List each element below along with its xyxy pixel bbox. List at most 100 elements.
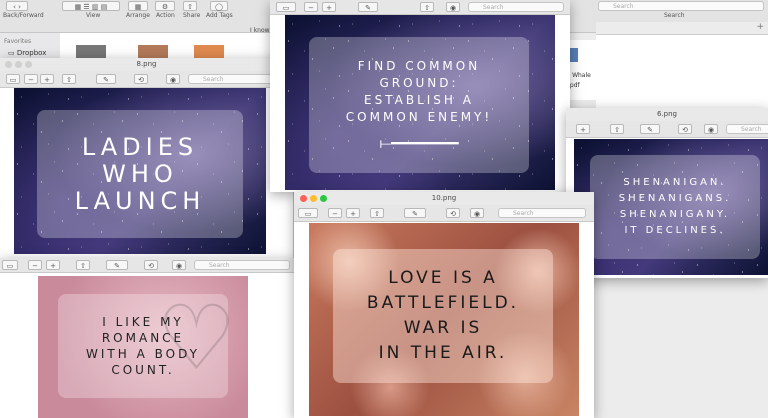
share-icon[interactable]: ⇧ — [370, 208, 384, 218]
path-fragment: I know — [250, 27, 270, 34]
arrange-button[interactable]: ▦ — [128, 1, 148, 11]
markup-pen-icon[interactable]: ✎ — [358, 2, 378, 12]
minimize-button[interactable] — [15, 61, 22, 68]
sidebar-toggle-icon[interactable]: ▭ — [298, 208, 318, 218]
quote-image: FIND COMMON GROUND: ESTABLISH A COMMON E… — [285, 15, 555, 190]
annotate-icon[interactable]: ◉ — [166, 74, 180, 84]
quote-text: LADIES WHO LAUNCH — [74, 132, 206, 215]
markup-pen-icon[interactable]: ✎ — [96, 74, 116, 84]
zoom-in-icon[interactable]: + — [40, 74, 54, 84]
zoom-out-icon[interactable]: − — [24, 74, 38, 84]
quote-panel: LADIES WHO LAUNCH — [37, 110, 243, 238]
finder-blank-area — [596, 35, 768, 115]
zoom-in-icon[interactable]: + — [346, 208, 360, 218]
quote-panel: FIND COMMON GROUND: ESTABLISH A COMMON E… — [309, 37, 529, 173]
file-name: - Whale — [568, 72, 591, 79]
close-button[interactable] — [5, 61, 12, 68]
preview-window-10: 10.png ▭ − + ⇧ ✎ ⟲ ◉ Search LOVE IS A BA… — [294, 192, 594, 418]
preview-window-romance: ▭ − + ⇧ ✎ ⟲ ◉ Search ♡ I LIKE MY ROMANCE… — [0, 258, 294, 418]
window-titlebar: 8.png — [0, 58, 293, 71]
back-forward-button[interactable]: ‹ › — [6, 1, 28, 11]
sidebar-item-label: Dropbox — [16, 49, 47, 57]
search-label: Search — [664, 12, 685, 19]
zoom-in-icon[interactable]: + — [576, 124, 590, 134]
file-thumbnail[interactable] — [194, 45, 224, 59]
share-label: Share — [183, 12, 201, 19]
sidebar-toggle-icon[interactable]: ▭ — [276, 2, 296, 12]
quote-image: LADIES WHO LAUNCH — [14, 88, 266, 254]
search-input[interactable]: Search — [726, 124, 768, 134]
search-input[interactable]: Search — [194, 260, 290, 270]
preview-toolbar: ▭ − + ⇧ ✎ ⟲ ◉ Search — [0, 258, 294, 273]
sidebar-toggle-icon[interactable]: ▭ — [6, 74, 20, 84]
annotate-icon[interactable]: ◉ — [446, 2, 460, 12]
rotate-icon[interactable]: ⟲ — [144, 260, 158, 270]
sidebar-item-dropbox[interactable]: ▭ Dropbox — [8, 49, 46, 57]
annotate-icon[interactable]: ◉ — [704, 124, 718, 134]
quote-text: FIND COMMON GROUND: ESTABLISH A COMMON E… — [345, 59, 493, 124]
markup-pen-icon[interactable]: ✎ — [640, 124, 660, 134]
quote-image: SHENANIGAN. SHENANIGANS. SHENANIGANY. IT… — [574, 139, 768, 275]
window-titlebar: 6.png — [566, 108, 768, 121]
zoom-in-icon[interactable]: + — [322, 2, 336, 12]
view-label: View — [86, 12, 101, 19]
file-thumbnail[interactable] — [76, 45, 106, 59]
markup-pen-icon[interactable]: ✎ — [404, 208, 426, 218]
markup-pen-icon[interactable]: ✎ — [106, 260, 128, 270]
preview-window-6: 6.png + ⇧ ✎ ⟲ ◉ Search SHENANIGAN. SHENA… — [566, 108, 768, 278]
quote-panel: I LIKE MY ROMANCE WITH A BODY COUNT. — [58, 294, 228, 398]
rotate-icon[interactable]: ⟲ — [446, 208, 460, 218]
share-icon[interactable]: ⇧ — [76, 260, 90, 270]
quote-image: ♡ I LIKE MY ROMANCE WITH A BODY COUNT. — [38, 276, 248, 418]
sidebar-toggle-icon[interactable]: ▭ — [2, 260, 18, 270]
window-titlebar: 10.png — [294, 192, 594, 205]
back-forward-label: Back/Forward — [3, 12, 44, 19]
add-tags-button[interactable]: ◯ — [210, 1, 228, 11]
quote-text: I LIKE MY ROMANCE WITH A BODY COUNT. — [86, 315, 200, 377]
sword-icon: ⟝━━━━━━━━ — [379, 136, 459, 152]
search-input[interactable]: Search — [498, 208, 586, 218]
file-thumbnail[interactable] — [138, 45, 168, 59]
rotate-icon[interactable]: ⟲ — [134, 74, 148, 84]
finder-tab-bar: + — [596, 22, 768, 35]
add-tab-button[interactable]: + — [756, 22, 764, 32]
share-icon[interactable]: ⇧ — [610, 124, 624, 134]
action-gear-button[interactable]: ⚙ — [155, 1, 175, 11]
annotate-icon[interactable]: ◉ — [172, 260, 186, 270]
zoom-button[interactable] — [320, 195, 327, 202]
share-button[interactable]: ⇧ — [183, 1, 197, 11]
quote-panel: SHENANIGAN. SHENANIGANS. SHENANIGANY. IT… — [590, 155, 760, 259]
window-title: 10.png — [431, 194, 457, 202]
rotate-icon[interactable]: ⟲ — [678, 124, 692, 134]
zoom-button[interactable] — [25, 61, 32, 68]
arrange-label: Arrange — [126, 12, 150, 19]
quote-text: SHENANIGAN. SHENANIGANS. SHENANIGANY. IT… — [618, 177, 732, 236]
finder-content: I know — [60, 27, 275, 59]
close-button[interactable] — [300, 195, 307, 202]
finder-search-input[interactable]: Search — [598, 1, 764, 11]
share-icon[interactable]: ⇧ — [420, 2, 434, 12]
favorites-heading: Favorites — [4, 38, 32, 45]
preview-toolbar: ▭ − + ⇧ ✎ ⟲ ◉ Search — [0, 71, 293, 88]
add-tags-label: Add Tags — [206, 12, 233, 19]
quote-text: LOVE IS A BATTLEFIELD. WAR IS IN THE AIR… — [366, 268, 520, 363]
preview-toolbar: + ⇧ ✎ ⟲ ◉ Search — [566, 121, 768, 138]
quote-panel: LOVE IS A BATTLEFIELD. WAR IS IN THE AIR… — [333, 249, 553, 383]
folder-icon: ▭ — [8, 49, 15, 57]
window-title: 6.png — [656, 110, 677, 118]
zoom-out-icon[interactable]: − — [304, 2, 318, 12]
view-segmented-control[interactable]: ▦ ☰ ▥ ▤ — [62, 1, 120, 11]
quote-image: LOVE IS A BATTLEFIELD. WAR IS IN THE AIR… — [309, 223, 579, 416]
preview-toolbar: ▭ − + ⇧ ✎ ⟲ ◉ Search — [294, 205, 594, 222]
annotate-icon[interactable]: ◉ — [470, 208, 484, 218]
zoom-in-icon[interactable]: + — [46, 260, 60, 270]
preview-window-8: 8.png ▭ − + ⇧ ✎ ⟲ ◉ Search LADIES WHO LA… — [0, 58, 293, 258]
search-input[interactable]: Search — [468, 2, 564, 12]
preview-toolbar: ▭ − + ✎ ⇧ ◉ Search — [270, 0, 570, 15]
zoom-out-icon[interactable]: − — [328, 208, 342, 218]
minimize-button[interactable] — [310, 195, 317, 202]
share-icon[interactable]: ⇧ — [62, 74, 76, 84]
preview-window-find-common-ground: ▭ − + ✎ ⇧ ◉ Search FIND COMMON GROUND: E… — [270, 0, 570, 192]
zoom-out-icon[interactable]: − — [28, 260, 42, 270]
window-title: 8.png — [136, 60, 157, 68]
